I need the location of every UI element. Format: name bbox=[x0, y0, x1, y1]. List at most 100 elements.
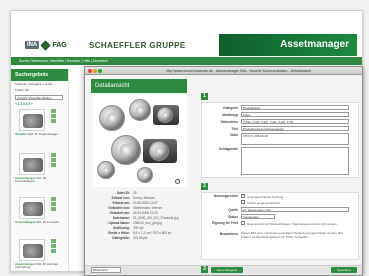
nutzungsrechte-label: Nutzungsrechte bbox=[213, 194, 238, 198]
result-caption: Anwendungen SFL 45 Zentrale Verbindung bbox=[15, 262, 58, 270]
ina-fag-logo: INA FAG bbox=[25, 40, 67, 50]
eignung-checkbox[interactable] bbox=[241, 221, 245, 225]
new-category-button[interactable]: Neue Kategorie bbox=[211, 267, 243, 273]
result-caption: Anwendungen SFL 45 Kompaktlagern ... bbox=[15, 176, 47, 184]
bearing-image bbox=[99, 105, 125, 131]
schlagworte-row: Schlagworte bbox=[203, 147, 349, 175]
quelle-label: Quelle bbox=[228, 207, 238, 212]
medientyp-select[interactable]: Fotos bbox=[241, 112, 349, 117]
titel-field[interactable]: Produktgruppe Gehäuselagern bbox=[241, 126, 349, 131]
eignung-label: Eignung für Print bbox=[211, 221, 238, 225]
zoom-icon[interactable] bbox=[175, 179, 180, 184]
kategorie-row: Kategorie Produktbilder bbox=[203, 105, 349, 110]
info-icon[interactable] bbox=[51, 119, 56, 123]
result-thumbnail[interactable] bbox=[19, 197, 45, 219]
file-metadata: Datei-ID: 25 Erfasst von: Dorisy, Michael … bbox=[93, 191, 187, 241]
cart-icon[interactable] bbox=[51, 244, 56, 248]
result-thumbnail[interactable] bbox=[19, 153, 45, 175]
kategorie-field[interactable]: Produktbilder bbox=[241, 105, 349, 110]
quelle-row: Quelle Dr. Steinemann / INA bbox=[203, 207, 349, 212]
stichwoerter-field[interactable]: T-FEL, T-DC, T-DK, T-AK, T-AN, T-TP bbox=[241, 119, 349, 124]
detail-title: Detailansicht bbox=[95, 82, 130, 89]
titel-label: Titel bbox=[231, 126, 239, 131]
medientyp-label: Medientyp bbox=[222, 112, 238, 117]
info-icon[interactable] bbox=[51, 249, 56, 253]
cart-icon[interactable] bbox=[51, 114, 56, 118]
besonderes-text: Dieses Bild kann nur für den jeweiligen … bbox=[241, 231, 343, 239]
view-icon[interactable] bbox=[51, 239, 56, 243]
info-icon[interactable] bbox=[51, 207, 56, 211]
detail-header: Detailansicht bbox=[91, 79, 187, 93]
result-caption: Anwendungen SFL 45 Kompakt ... bbox=[15, 220, 63, 224]
status-row: Status freigegeben bbox=[203, 214, 275, 219]
zoom-window-icon[interactable] bbox=[98, 69, 102, 73]
detail-popup-window: http://www.visual-business.de - Assetman… bbox=[84, 66, 363, 276]
besonderes-row: Besonderes Dieses Bild kann nur für den … bbox=[203, 231, 349, 239]
result-caption: Aktuelle SuB 45: Doppelseitige... bbox=[15, 132, 60, 136]
bearing-image bbox=[157, 107, 173, 123]
minimize-window-icon[interactable] bbox=[93, 69, 97, 73]
status-select[interactable]: freigegeben bbox=[241, 214, 275, 219]
save-button[interactable]: Speichern bbox=[331, 267, 357, 273]
result-actions[interactable] bbox=[51, 109, 63, 124]
bearing-image bbox=[129, 99, 151, 121]
uneingeschraenkt-checkbox[interactable] bbox=[241, 194, 245, 198]
result-actions[interactable] bbox=[51, 153, 63, 168]
zeitlich-text: zeitlich eingeschränkt bis bbox=[247, 200, 281, 205]
info-icon[interactable] bbox=[51, 163, 56, 167]
schlagworte-label: Schlagworte bbox=[219, 147, 238, 151]
cart-icon[interactable] bbox=[51, 158, 56, 162]
nutzungsrechte-row: Nutzungsrechte Uneingeschränkte Nutzung … bbox=[203, 194, 349, 205]
zeitlich-checkbox[interactable] bbox=[241, 199, 245, 204]
thumbnail-image bbox=[23, 202, 43, 216]
uneingeschraenkt-text: Uneingeschränkte Nutzung bbox=[247, 195, 284, 199]
kategorie-label: Kategorie bbox=[223, 105, 238, 110]
eignung-text: Datei kommt auf Druckaufträgen / Reproko… bbox=[247, 222, 338, 226]
view-mode-select[interactable]: Bildansicht bbox=[91, 267, 121, 273]
section-2-badge: 2 bbox=[201, 183, 208, 190]
bearing-image bbox=[97, 161, 115, 179]
thumbnail-image bbox=[23, 244, 43, 258]
pager[interactable]: « 1 2 3 4 5 » bbox=[15, 102, 64, 106]
close-window-icon[interactable] bbox=[88, 69, 92, 73]
logo-diamond-icon bbox=[40, 40, 51, 50]
product-banner: Assetmanager bbox=[219, 34, 357, 56]
logo-ina: INA bbox=[25, 41, 40, 49]
view-select[interactable]: Ansicht: Vorschau Medien bbox=[15, 95, 63, 100]
window-title: http://www.visual-business.de - Assetman… bbox=[165, 68, 312, 73]
meta-row: Dateigröße: 401 Kbyte bbox=[112, 236, 148, 240]
quelle-field[interactable]: Dr. Steinemann / INA bbox=[241, 207, 349, 212]
window-titlebar[interactable]: http://www.visual-business.de - Assetman… bbox=[85, 67, 362, 75]
main-nav[interactable]: Suche | Warenkorb | Merkliste | Benutzer… bbox=[11, 57, 362, 65]
logo-fag: FAG bbox=[52, 41, 67, 49]
section-3-badge: 3 bbox=[201, 266, 208, 273]
result-actions[interactable] bbox=[51, 239, 63, 254]
status-label: Status bbox=[228, 214, 238, 219]
titel-row: Titel Produktgruppe Gehäuselagern bbox=[203, 126, 349, 131]
notiz-row: Notiz LTFCO_098-00-00 bbox=[203, 133, 349, 145]
product-title: Assetmanager bbox=[280, 39, 349, 50]
bearing-image bbox=[137, 167, 153, 183]
sidebar-title: Suchergebnis bbox=[11, 69, 68, 81]
result-thumbnail[interactable] bbox=[19, 109, 45, 131]
besonderes-label: Besonderes bbox=[219, 232, 238, 236]
result-actions[interactable] bbox=[51, 197, 63, 212]
sidebar-hits: Treffer: 80 bbox=[15, 88, 29, 92]
view-icon[interactable] bbox=[51, 109, 56, 113]
result-thumbnail[interactable] bbox=[19, 239, 45, 261]
nav-links[interactable]: Suche | Warenkorb | Merkliste | Benutzer… bbox=[19, 59, 108, 63]
bearing-image bbox=[149, 141, 169, 161]
section-1-badge: 1 bbox=[201, 93, 208, 100]
product-image[interactable] bbox=[93, 95, 187, 187]
cart-icon[interactable] bbox=[51, 202, 56, 206]
schlagworte-field[interactable] bbox=[241, 147, 349, 175]
sidebar: Suchergebnis Kriterium: Kategorie = Unte… bbox=[11, 69, 69, 271]
stichwoerter-row: Stichwörter T-FEL, T-DC, T-DK, T-AK, T-A… bbox=[203, 119, 349, 124]
view-icon[interactable] bbox=[51, 153, 56, 157]
notiz-field[interactable]: LTFCO_098-00-00 bbox=[241, 133, 349, 145]
notiz-label: Notiz bbox=[230, 133, 238, 137]
thumbnail-image bbox=[23, 114, 43, 128]
thumbnail-image bbox=[23, 158, 43, 172]
view-icon[interactable] bbox=[51, 197, 56, 201]
eignung-row: Eignung für Print Datei kommt auf Drucka… bbox=[203, 221, 349, 227]
